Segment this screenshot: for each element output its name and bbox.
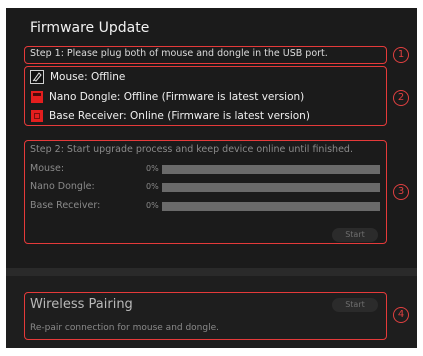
pairing-start-button[interactable]: Start: [332, 298, 378, 312]
mouse-icon: [30, 70, 44, 84]
upgrade-section-highlight: [24, 140, 387, 244]
progress-label-nano-dongle: Nano Dongle:: [30, 181, 95, 192]
callout-marker-4: 4: [393, 307, 409, 323]
device-row-nano-dongle: Nano Dongle: Offline (Firmware is latest…: [30, 89, 304, 105]
page-title: Firmware Update: [30, 20, 150, 36]
progress-label-mouse: Mouse:: [30, 163, 65, 174]
upgrade-start-button[interactable]: Start: [332, 228, 378, 242]
nano-dongle-icon: [31, 91, 43, 103]
step1-instruction: Step 1: Please plug both of mouse and do…: [30, 48, 328, 59]
callout-marker-2: 2: [393, 90, 409, 106]
base-receiver-icon: [31, 110, 43, 122]
step2-instruction: Step 2: Start upgrade process and keep d…: [30, 144, 353, 155]
progress-percent-nano-dongle: 0%: [146, 182, 159, 191]
device-row-base-receiver: Base Receiver: Online (Firmware is lates…: [30, 108, 310, 124]
progress-bar-base-receiver: [162, 202, 380, 211]
section-divider: [6, 268, 417, 276]
progress-bar-nano-dongle: [162, 183, 380, 192]
progress-percent-mouse: 0%: [146, 164, 159, 173]
device-status-label: Mouse: Offline: [50, 71, 126, 83]
device-status-label: Nano Dongle: Offline (Firmware is latest…: [49, 91, 305, 103]
callout-marker-3: 3: [393, 184, 409, 200]
progress-label-base-receiver: Base Receiver:: [30, 200, 101, 211]
device-row-mouse: Mouse: Offline: [30, 69, 125, 85]
device-status-label: Base Receiver: Online (Firmware is lates…: [49, 110, 310, 122]
callout-marker-1: 1: [393, 47, 409, 63]
progress-bar-mouse: [162, 165, 380, 174]
progress-percent-base-receiver: 0%: [146, 201, 159, 210]
wireless-pairing-description: Re-pair connection for mouse and dongle.: [30, 323, 219, 333]
wireless-pairing-title: Wireless Pairing: [30, 297, 133, 312]
